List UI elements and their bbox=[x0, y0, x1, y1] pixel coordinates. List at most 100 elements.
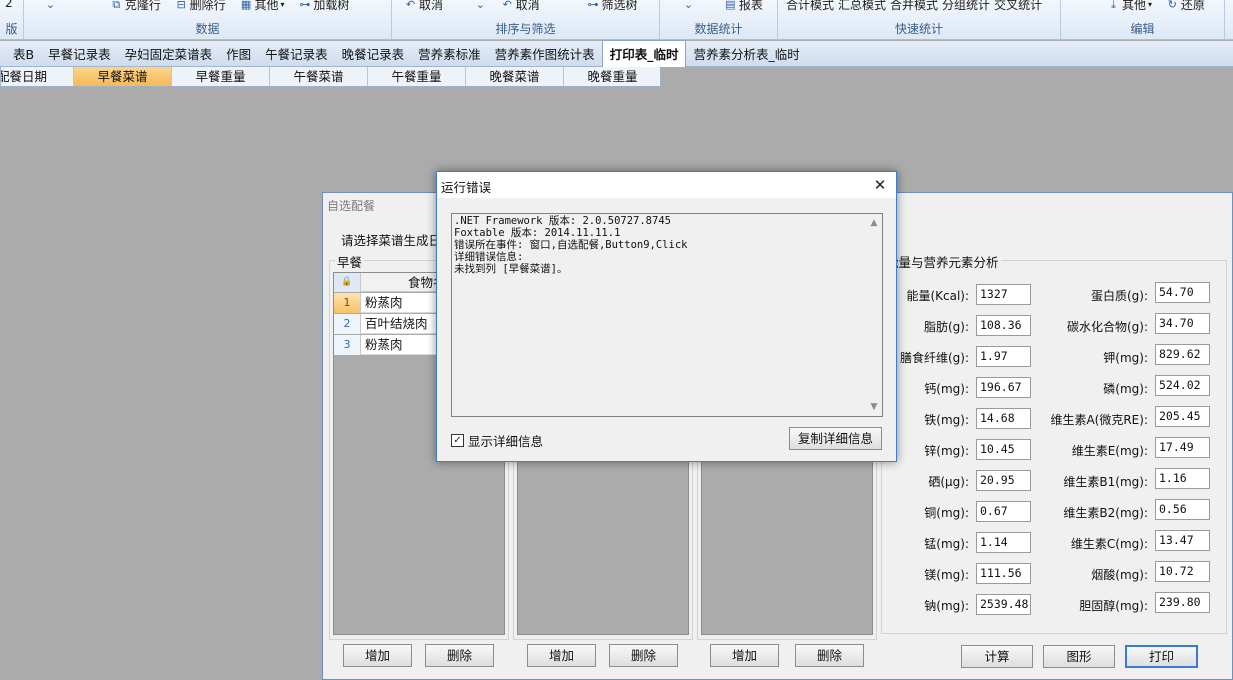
nutrient-value-field[interactable]: 10.72 bbox=[1155, 561, 1210, 582]
dinner-delete-button[interactable]: 删除 bbox=[795, 644, 864, 667]
button-label: 分组统计 bbox=[942, 0, 991, 12]
scroll-up-icon[interactable]: ▲ bbox=[866, 216, 882, 230]
nutrient-value-field[interactable]: 108.36 bbox=[976, 315, 1031, 336]
nutrient-value-field[interactable]: 2539.48 bbox=[976, 594, 1031, 615]
lock-icon[interactable]: 🔒 bbox=[334, 273, 361, 292]
dropdown-arrow[interactable]: ⌄ bbox=[682, 0, 695, 11]
nutrient-label: 维生素B2(mg): bbox=[1063, 506, 1148, 520]
nutrient-value-field[interactable]: 20.95 bbox=[976, 470, 1031, 491]
nutrient-value-field[interactable]: 829.62 bbox=[1155, 344, 1210, 365]
lunch-delete-button[interactable]: 删除 bbox=[609, 644, 678, 667]
report-button[interactable]: ▤ 报表 bbox=[724, 0, 763, 13]
other-button[interactable]: ▦ 其他 ▾ bbox=[240, 0, 285, 13]
nutrient-value-field[interactable]: 34.70 bbox=[1155, 313, 1210, 334]
delete-row-button[interactable]: ⊟ 删除行 bbox=[175, 0, 226, 13]
vertical-scrollbar[interactable]: ▲ ▼ bbox=[866, 214, 882, 416]
nutrient-value-field[interactable]: 1.14 bbox=[976, 532, 1031, 553]
chart-button[interactable]: 图形 bbox=[1043, 645, 1115, 668]
button-label: 其他 bbox=[254, 0, 279, 12]
delete-row-icon: ⊟ bbox=[176, 0, 186, 11]
ribbon-group-label: 排序与筛选 bbox=[495, 22, 556, 36]
restore-icon: ↻ bbox=[1167, 0, 1177, 11]
nutrient-value-field[interactable]: 54.70 bbox=[1155, 282, 1210, 303]
calculate-button[interactable]: 计算 bbox=[961, 645, 1033, 668]
nutrient-value-field[interactable]: 111.56 bbox=[976, 563, 1031, 584]
lunch-add-button[interactable]: 增加 bbox=[527, 644, 596, 667]
tab-3[interactable]: 作图 bbox=[219, 42, 258, 68]
group-stats-button[interactable]: 分组统计 bbox=[942, 0, 990, 13]
scroll-down-icon[interactable]: ▼ bbox=[866, 400, 882, 414]
button-label: 其他 bbox=[1122, 0, 1147, 12]
column-header-3[interactable]: 午餐菜谱 bbox=[270, 67, 368, 86]
button-label: 筛选树 bbox=[601, 0, 638, 12]
nutrient-label: 铁(mg): bbox=[924, 413, 969, 427]
tab-7[interactable]: 营养素作图统计表 bbox=[488, 42, 602, 68]
tab-8[interactable]: 打印表_临时 bbox=[601, 40, 687, 67]
clone-row-button[interactable]: ⧉ 克隆行 bbox=[110, 0, 160, 13]
cross-stats-button[interactable]: 交叉统计 bbox=[994, 0, 1042, 13]
nutrient-analysis-title: 能量与营养元素分析 bbox=[884, 252, 1001, 271]
tab-2[interactable]: 孕妇固定菜谱表 bbox=[118, 42, 220, 68]
nutrient-label: 维生素A(微克RE): bbox=[1050, 413, 1148, 427]
food-name-cell[interactable]: 粉蒸肉 bbox=[365, 293, 403, 313]
tab-9[interactable]: 营养素分析表_临时 bbox=[686, 42, 806, 68]
cancel-filter-button[interactable]: ↶ 取消 bbox=[501, 0, 540, 13]
column-header-0[interactable]: 配餐日期 bbox=[1, 67, 74, 86]
close-icon[interactable]: ✕ bbox=[870, 175, 890, 195]
column-header-2[interactable]: 早餐重量 bbox=[172, 67, 270, 86]
button-label: 删除行 bbox=[189, 0, 226, 12]
error-details-textbox[interactable]: .NET Framework 版本: 2.0.50727.8745 Foxtabl… bbox=[451, 213, 883, 417]
summary-mode-button[interactable]: 汇总模式 bbox=[838, 0, 886, 13]
ribbon-button-view[interactable]: 2 bbox=[5, 0, 13, 10]
dropdown-arrow[interactable]: ⌄ bbox=[44, 0, 57, 11]
nutrient-label: 钠(mg): bbox=[924, 599, 969, 613]
load-tree-button[interactable]: ⊶ 加载树 bbox=[298, 0, 349, 13]
column-header-1[interactable]: 早餐菜谱 bbox=[74, 67, 172, 86]
ribbon-group-0: 2 版 bbox=[0, 0, 24, 39]
edit-other-button[interactable]: ⤓ 其他 ▾ bbox=[1107, 0, 1152, 13]
sum-mode-button[interactable]: 合计模式 bbox=[786, 0, 834, 13]
ribbon-group-label: 快速统计 bbox=[894, 22, 943, 36]
breakfast-add-button[interactable]: 增加 bbox=[343, 644, 412, 667]
nutrient-value-field[interactable]: 239.80 bbox=[1155, 592, 1210, 613]
copy-details-button[interactable]: 复制详细信息 bbox=[789, 427, 882, 450]
button-label: 取消 bbox=[515, 0, 540, 12]
breakfast-delete-button[interactable]: 删除 bbox=[425, 644, 494, 667]
print-button[interactable]: 打印 bbox=[1125, 645, 1198, 668]
nutrient-value-field[interactable]: 524.02 bbox=[1155, 375, 1210, 396]
nutrient-value-field[interactable]: 1.97 bbox=[976, 346, 1031, 367]
nutrient-label: 维生素E(mg): bbox=[1071, 444, 1148, 458]
dinner-add-button[interactable]: 增加 bbox=[710, 644, 779, 667]
column-header-4[interactable]: 午餐重量 bbox=[368, 67, 466, 86]
nutrient-value-field[interactable]: 17.49 bbox=[1155, 437, 1210, 458]
restore-button[interactable]: ↻ 还原 bbox=[1166, 0, 1205, 13]
nutrient-value-field[interactable]: 1327 bbox=[976, 284, 1031, 305]
tab-4[interactable]: 午餐记录表 bbox=[258, 42, 335, 68]
tab-6[interactable]: 营养素标准 bbox=[411, 42, 488, 68]
tab-5[interactable]: 晚餐记录表 bbox=[335, 42, 412, 68]
food-name-cell[interactable]: 粉蒸肉 bbox=[365, 335, 403, 355]
tab-0[interactable]: 表B bbox=[6, 42, 41, 68]
nutrient-value-field[interactable]: 1.16 bbox=[1155, 468, 1210, 489]
column-header-6[interactable]: 晚餐重量 bbox=[564, 67, 660, 86]
nutrient-value-field[interactable]: 13.47 bbox=[1155, 530, 1210, 551]
food-name-cell[interactable]: 百叶结烧肉 bbox=[365, 314, 428, 334]
cancel-sort-button[interactable]: ↶ 取消 bbox=[404, 0, 443, 13]
nutrient-value-field[interactable]: 0.56 bbox=[1155, 499, 1210, 520]
nutrient-label: 硒(μg): bbox=[928, 475, 969, 489]
nutrient-value-field[interactable]: 196.67 bbox=[976, 377, 1031, 398]
nutrient-value-field[interactable]: 0.67 bbox=[976, 501, 1031, 522]
dropdown-arrow[interactable]: ⌄ bbox=[474, 0, 487, 11]
filter-tree-button[interactable]: ⊶ 筛选树 bbox=[587, 0, 638, 13]
nutrient-value-field[interactable]: 14.68 bbox=[976, 408, 1031, 429]
show-details-checkbox[interactable]: ✓ 显示详细信息 bbox=[451, 431, 543, 450]
nutrient-value-field[interactable]: 10.45 bbox=[976, 439, 1031, 460]
tab-1[interactable]: 早餐记录表 bbox=[41, 42, 118, 68]
checkbox-icon[interactable]: ✓ bbox=[451, 434, 464, 447]
merge-mode-button[interactable]: 合并模式 bbox=[890, 0, 938, 13]
column-header-5[interactable]: 晚餐菜谱 bbox=[466, 67, 564, 86]
dialog-titlebar[interactable]: 运行错误 ✕ bbox=[437, 172, 896, 198]
download-icon: ⤓ bbox=[1111, 0, 1116, 11]
tree-icon: ⊶ bbox=[299, 0, 311, 11]
nutrient-value-field[interactable]: 205.45 bbox=[1155, 406, 1210, 427]
